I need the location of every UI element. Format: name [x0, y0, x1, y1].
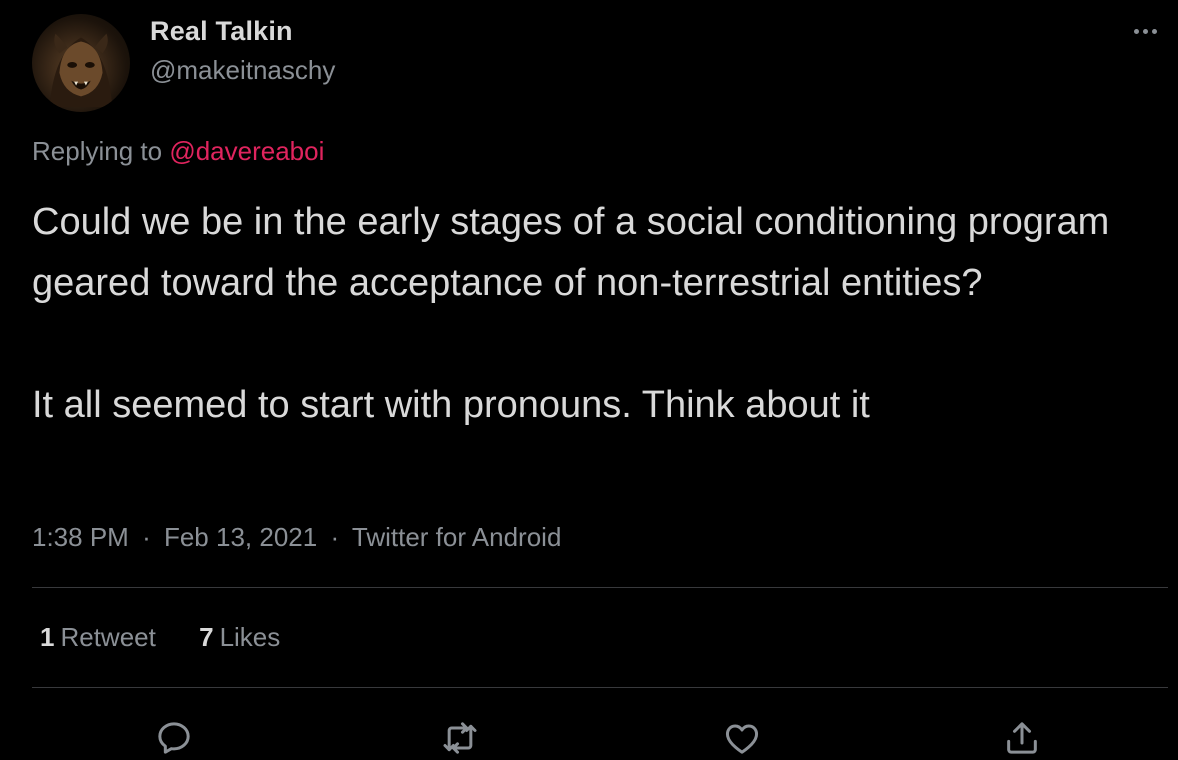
- avatar-image: [49, 33, 113, 108]
- author-display-name[interactable]: Real Talkin: [150, 16, 293, 47]
- avatar[interactable]: [32, 14, 130, 112]
- share-button[interactable]: [1000, 716, 1044, 760]
- likes-label: Likes: [219, 622, 281, 652]
- tweet-date[interactable]: Feb 13, 2021: [164, 522, 317, 552]
- meta-separator: ·: [330, 522, 340, 552]
- replying-to-prefix: Replying to: [32, 136, 163, 166]
- tweet-stats: 1 Retweet 7 Likes: [40, 622, 316, 653]
- like-button[interactable]: [720, 716, 764, 760]
- retweets-label: Retweet: [60, 622, 156, 652]
- reply-button[interactable]: [152, 716, 196, 760]
- divider: [32, 587, 1168, 588]
- retweet-icon: [443, 722, 477, 754]
- retweets-stat[interactable]: 1 Retweet: [40, 622, 156, 652]
- tweet-paragraph: It all seemed to start with pronouns. Th…: [32, 384, 870, 426]
- more-horizontal-icon: [1151, 28, 1157, 34]
- retweets-count: 1: [40, 622, 55, 652]
- replying-to: Replying to @davereaboi: [32, 136, 324, 167]
- more-options-button[interactable]: [1125, 16, 1165, 46]
- divider: [32, 687, 1168, 688]
- tweet-time[interactable]: 1:38 PM: [32, 522, 129, 552]
- more-horizontal-icon: [1133, 28, 1139, 34]
- meta-separator: ·: [142, 522, 151, 552]
- likes-stat[interactable]: 7 Likes: [199, 622, 280, 652]
- tweet-source[interactable]: Twitter for Android: [352, 522, 562, 552]
- heart-icon: [725, 724, 759, 754]
- more-horizontal-icon: [1142, 28, 1148, 34]
- tweet-text: Could we be in the early stages of a soc…: [32, 192, 1162, 436]
- tweet-meta: 1:38 PM · Feb 13, 2021 · Twitter for And…: [32, 522, 561, 553]
- reply-icon: [158, 722, 190, 754]
- likes-count: 7: [199, 622, 214, 652]
- retweet-button[interactable]: [438, 716, 482, 760]
- share-icon: [1007, 722, 1037, 754]
- author-handle[interactable]: @makeitnaschy: [150, 55, 335, 86]
- tweet-paragraph: Could we be in the early stages of a soc…: [32, 201, 1110, 304]
- reply-mention-link[interactable]: @davereaboi: [169, 136, 324, 166]
